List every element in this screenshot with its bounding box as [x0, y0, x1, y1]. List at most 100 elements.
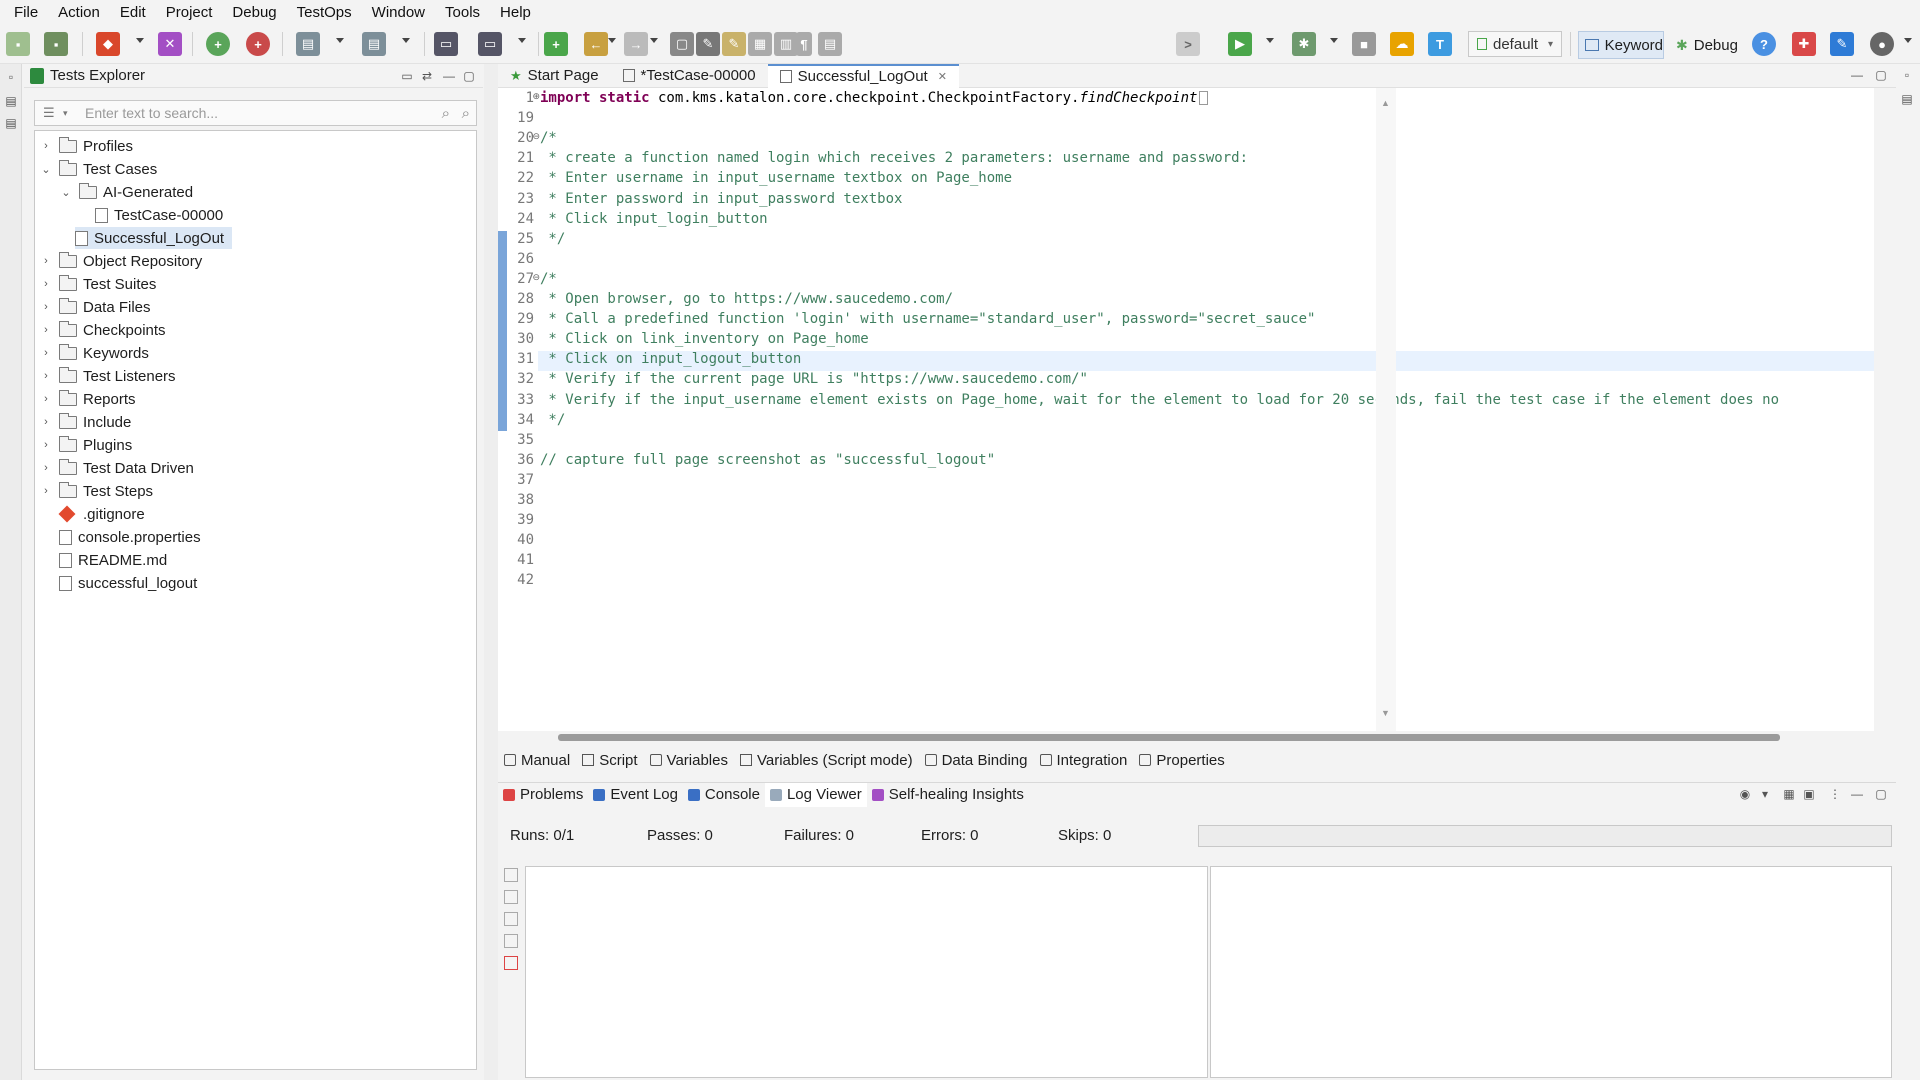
panel-tab-problems[interactable]: Problems [498, 783, 588, 807]
feedback-icon[interactable]: ✎ [1830, 32, 1854, 56]
chevron-right-icon[interactable]: › [39, 485, 53, 497]
testops-icon[interactable]: T [1428, 32, 1452, 56]
tree-item-ai-generated[interactable]: ⌄ AI-Generated [59, 181, 193, 203]
code-line[interactable]: * Enter password in input_password textb… [540, 191, 902, 207]
editor-tab-testcase-00000[interactable]: *TestCase-00000 [611, 64, 768, 88]
debug-run-icon[interactable]: ✱ [1292, 32, 1316, 56]
chevron-right-icon[interactable]: › [39, 324, 53, 336]
fold-expand-icon[interactable]: ⊕ [532, 91, 540, 102]
mark-icon[interactable]: ▦ [748, 32, 772, 56]
menu-action[interactable]: Action [48, 4, 110, 21]
maximize-icon[interactable]: ▢ [462, 69, 476, 83]
menu-project[interactable]: Project [156, 4, 223, 21]
code-line[interactable]: // capture full page screenshot as "succ… [540, 452, 995, 468]
tree-item-test-listeners[interactable]: › Test Listeners [39, 365, 176, 387]
explorer-search-input[interactable] [85, 105, 405, 121]
panel-tab-event-log[interactable]: Event Log [588, 783, 683, 807]
chevron-down-icon[interactable]: ⌄ [59, 186, 73, 199]
tree-item-checkpoints[interactable]: › Checkpoints [39, 319, 166, 341]
right-minimized-view-icon[interactable]: ▤ [1900, 92, 1914, 106]
menu-tools[interactable]: Tools [435, 4, 490, 21]
debug-perspective-button[interactable]: ✱ Debug [1670, 31, 1750, 59]
restore-icon[interactable]: ▫ [4, 70, 18, 84]
editor-tab-start-page[interactable]: ★ Start Page [498, 64, 611, 88]
filter-icon[interactable]: ☰ [43, 105, 55, 121]
panel-tab-log-viewer[interactable]: Log Viewer [764, 782, 867, 807]
editor-tab-successful-logout[interactable]: Successful_LogOut ✕ [767, 63, 959, 88]
chevron-right-icon[interactable]: › [39, 301, 53, 313]
panel-maximize-icon[interactable]: ▢ [1874, 787, 1888, 801]
new-object-dropdown-icon[interactable] [402, 38, 410, 43]
tree-item-keywords[interactable]: › Keywords [39, 342, 149, 364]
tree-item-profiles[interactable]: › Profiles [39, 135, 133, 157]
chevron-right-icon[interactable]: › [39, 370, 53, 382]
highlight-icon[interactable]: ✎ [722, 32, 746, 56]
code-line[interactable]: * Click on input_logout_button [540, 351, 801, 367]
paragraph-icon[interactable]: ¶ [796, 32, 812, 56]
code-line[interactable]: * Click on link_inventory on Page_home [540, 331, 868, 347]
log-tree-pane[interactable] [525, 866, 1208, 1078]
mode-tab-data-binding[interactable]: Data Binding [919, 748, 1034, 772]
code-line[interactable]: * Call a predefined function 'login' wit… [540, 311, 1315, 327]
tree-item-test-data-driven[interactable]: › Test Data Driven [39, 457, 194, 479]
run-dropdown-icon[interactable] [1266, 38, 1274, 43]
tree-item-reports[interactable]: › Reports [39, 388, 136, 410]
chevron-right-icon[interactable]: › [39, 255, 53, 267]
mode-tab-properties[interactable]: Properties [1133, 748, 1230, 772]
spy-web-icon[interactable]: ▭ [478, 32, 502, 56]
tree-item-test-cases[interactable]: ⌄ Test Cases [39, 158, 157, 180]
testcloud-icon[interactable]: ☁ [1390, 32, 1414, 56]
menu-help[interactable]: Help [490, 4, 541, 21]
terminal-icon[interactable]: > [1176, 32, 1200, 56]
chevron-right-icon[interactable]: › [39, 416, 53, 428]
panel-sash[interactable] [484, 64, 498, 1080]
forward-dropdown-icon[interactable] [650, 38, 658, 43]
advanced-search-icon[interactable]: ⌕ [462, 105, 470, 122]
tree-item-data-files[interactable]: › Data Files [39, 296, 151, 318]
close-icon[interactable]: ✕ [938, 70, 947, 83]
scroll-up-icon[interactable]: ▲ [1381, 98, 1390, 108]
chevron-right-icon[interactable]: › [39, 140, 53, 152]
back-icon[interactable]: ← [584, 32, 608, 56]
tree-view-icon[interactable]: ▦ [1782, 787, 1796, 801]
panel-minimize-icon[interactable]: — [1850, 787, 1864, 801]
tree-item-test-suites[interactable]: › Test Suites [39, 273, 156, 295]
fold-collapse-icon[interactable]: ⊖ [532, 272, 540, 283]
gift-icon[interactable]: ✚ [1792, 32, 1816, 56]
tree-item-testcase-00000[interactable]: TestCase-00000 [95, 204, 223, 226]
collapse-all-icon[interactable]: ▭ [400, 69, 414, 83]
code-line[interactable]: /* [540, 271, 557, 287]
explorer-minimized-icon[interactable]: ▤ [4, 94, 18, 108]
menu-edit[interactable]: Edit [110, 4, 156, 21]
code-line[interactable]: * Open browser, go to https://www.sauced… [540, 291, 953, 307]
fold-collapse-icon[interactable]: ⊖ [532, 131, 540, 142]
scroll-down-icon[interactable]: ▼ [1381, 708, 1390, 718]
link-editor-icon[interactable]: ⇄ [420, 69, 434, 83]
editor-horizontal-scrollbar[interactable] [558, 734, 1780, 741]
panel-tab-console[interactable]: Console [683, 783, 765, 807]
script-editor[interactable]: 1 ⊕ 19 20 ⊖ 21 22 23 24 25 26 27 ⊖ 28 29 30 31 32 33 34 35 36… [498, 88, 1874, 731]
eye-dropdown-icon[interactable]: ▾ [1758, 787, 1772, 801]
stop-icon[interactable]: ■ [1352, 32, 1376, 56]
editor-minimize-icon[interactable]: — [1850, 68, 1864, 82]
pin-icon[interactable]: ✎ [696, 32, 720, 56]
search-icon[interactable]: ⌕ [442, 105, 450, 122]
tree-item-plugins[interactable]: › Plugins [39, 434, 132, 456]
keyword-perspective-button[interactable]: Keyword [1578, 31, 1664, 59]
chevron-down-icon[interactable]: ⌄ [39, 163, 53, 176]
format-icon[interactable]: ▤ [818, 32, 842, 56]
spy-dropdown-icon[interactable] [518, 38, 526, 43]
new-item-icon[interactable]: ▤ [296, 32, 320, 56]
folded-block-icon[interactable] [1199, 91, 1209, 105]
code-line[interactable]: */ [540, 231, 565, 247]
git-dropdown-icon[interactable] [136, 38, 144, 43]
forward-icon[interactable]: → [624, 32, 648, 56]
tree-item-test-steps[interactable]: › Test Steps [39, 480, 153, 502]
expand-all-icon[interactable] [504, 868, 518, 882]
open-project-icon[interactable]: + [246, 32, 270, 56]
tree-item-object-repository[interactable]: › Object Repository [39, 250, 202, 272]
outline-minimized-icon[interactable]: ▤ [4, 116, 18, 130]
tree-item-gitignore[interactable]: .gitignore [58, 503, 145, 525]
editor-maximize-icon[interactable]: ▢ [1874, 68, 1888, 82]
add-step-icon[interactable]: + [544, 32, 568, 56]
